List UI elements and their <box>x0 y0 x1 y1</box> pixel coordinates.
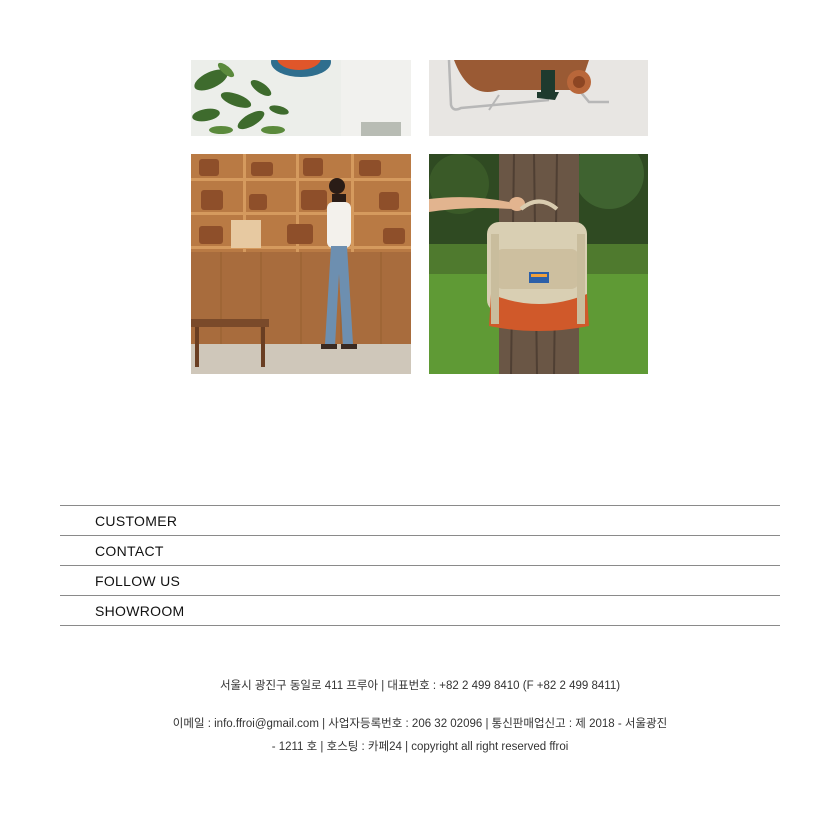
company-copyright-line: - 1211 호 | 호스팅 : 카페24 | copyright all ri… <box>271 741 569 753</box>
footer-menu: CUSTOMER CONTACT FOLLOW US SHOWROOM <box>60 505 780 626</box>
footer-menu-contact[interactable]: CONTACT <box>60 535 780 565</box>
lifestyle-photo-plants-bag[interactable] <box>191 60 411 136</box>
backpack-forest-photo[interactable] <box>429 154 648 374</box>
company-address-line: 서울시 광진구 동일로 411 프루아 | 대표번호 : +82 2 499 8… <box>219 680 621 692</box>
footer-menu-follow-us[interactable]: FOLLOW US <box>60 565 780 595</box>
footer-menu-customer[interactable]: CUSTOMER <box>60 505 780 535</box>
showroom-photo[interactable] <box>191 154 411 374</box>
company-contact-line: 이메일 : info.ffroi@gmail.com | 사업자등록번호 : 2… <box>172 718 668 730</box>
lifestyle-photo-chair-bag[interactable] <box>429 60 648 136</box>
footer-menu-showroom[interactable]: SHOWROOM <box>60 595 780 626</box>
